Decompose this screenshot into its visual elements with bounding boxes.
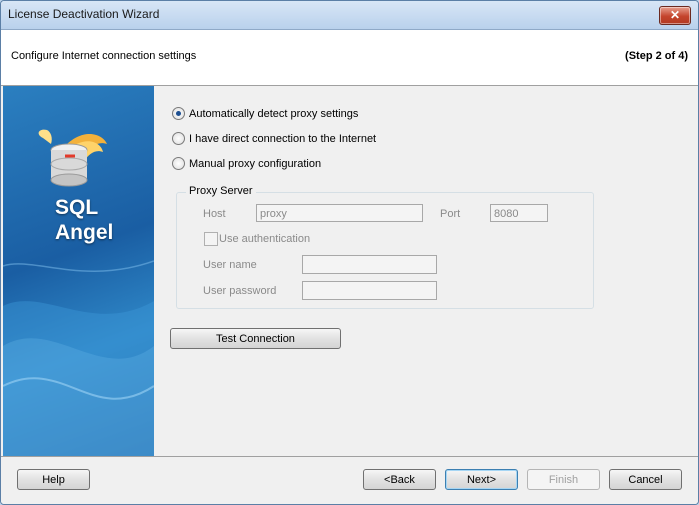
wizard-header: Configure Internet connection settings (… (1, 30, 698, 86)
back-button[interactable]: <Back (363, 469, 436, 490)
banner-waves (3, 129, 154, 456)
logo-text-sql: SQL (55, 196, 99, 219)
group-label: Proxy Server (186, 185, 256, 197)
wizard-footer: Help <Back Next> Finish Cancel (1, 456, 698, 504)
window-title: License Deactivation Wizard (8, 7, 160, 21)
close-icon: ✕ (669, 8, 681, 22)
proxy-server-group: Proxy Server Host proxy Port 8080 Use au… (176, 185, 594, 309)
host-input[interactable]: proxy (256, 204, 423, 222)
wizard-window: License Deactivation Wizard ✕ Configure … (0, 0, 699, 505)
radio-label: Manual proxy configuration (189, 157, 322, 170)
test-connection-button[interactable]: Test Connection (170, 328, 341, 349)
title-bar: License Deactivation Wizard ✕ (1, 1, 698, 30)
database-wings-icon (38, 129, 107, 187)
step-indicator: (Step 2 of 4) (625, 50, 688, 62)
radio-label: Automatically detect proxy settings (189, 107, 359, 120)
password-input[interactable] (302, 281, 437, 300)
side-banner: SQL Angel (3, 86, 154, 456)
radio-direct-connection[interactable]: I have direct connection to the Internet (172, 132, 376, 145)
radio-button-selected[interactable] (172, 107, 185, 120)
cancel-button[interactable]: Cancel (609, 469, 682, 490)
host-label: Host (203, 208, 226, 220)
finish-button[interactable]: Finish (527, 469, 600, 490)
username-input[interactable] (302, 255, 437, 274)
use-authentication-checkbox[interactable] (204, 232, 218, 246)
username-label: User name (203, 259, 257, 271)
help-button[interactable]: Help (17, 469, 90, 490)
next-button[interactable]: Next> (445, 469, 518, 490)
radio-manual-proxy[interactable]: Manual proxy configuration (172, 157, 321, 170)
radio-button[interactable] (172, 157, 185, 170)
wizard-content: Automatically detect proxy settings I ha… (155, 86, 698, 456)
close-button[interactable]: ✕ (659, 6, 691, 25)
port-label: Port (440, 208, 461, 220)
radio-button[interactable] (172, 132, 185, 145)
radio-label: I have direct connection to the Internet (189, 132, 377, 145)
port-input[interactable]: 8080 (490, 204, 548, 222)
logo-text-angel: Angel (55, 221, 114, 244)
radio-auto-detect[interactable]: Automatically detect proxy settings (172, 107, 358, 120)
password-label: User password (203, 285, 277, 297)
page-title: Configure Internet connection settings (11, 50, 197, 62)
use-authentication-label: Use authentication (219, 233, 311, 245)
